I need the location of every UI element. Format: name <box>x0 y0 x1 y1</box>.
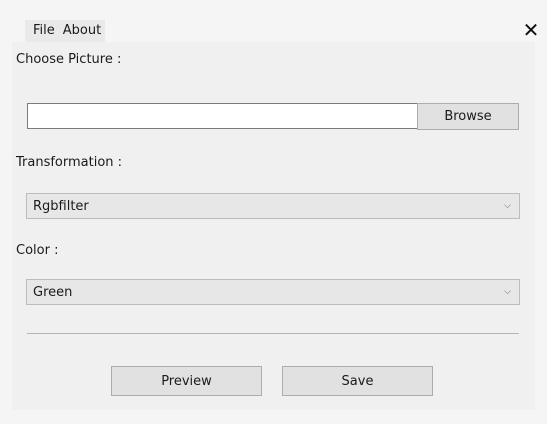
transformation-select[interactable]: Rgbfilter ⌵ <box>26 193 520 219</box>
menu-about[interactable]: About <box>63 20 101 42</box>
color-label: Color : <box>16 243 59 258</box>
close-button[interactable]: ✕ <box>521 18 541 42</box>
color-selected-value: Green <box>33 284 73 300</box>
app-window: File About ✕ Choose Picture : Browse Tra… <box>0 0 547 424</box>
transformation-selected-value: Rgbfilter <box>33 198 89 214</box>
transformation-label: Transformation : <box>16 155 123 170</box>
divider <box>27 333 519 334</box>
close-icon: ✕ <box>522 18 540 42</box>
preview-button[interactable]: Preview <box>111 366 262 396</box>
chevron-down-icon: ⌵ <box>504 201 511 211</box>
main-panel: Choose Picture : Browse Transformation :… <box>12 42 535 410</box>
browse-button[interactable]: Browse <box>417 103 519 130</box>
save-button[interactable]: Save <box>282 366 433 396</box>
color-select[interactable]: Green ⌵ <box>26 279 520 305</box>
choose-picture-label: Choose Picture : <box>16 52 122 67</box>
chevron-down-icon: ⌵ <box>504 287 511 297</box>
menu-file[interactable]: File <box>33 20 55 42</box>
picture-path-input[interactable] <box>27 103 418 129</box>
menu-bar: File About <box>25 20 106 42</box>
